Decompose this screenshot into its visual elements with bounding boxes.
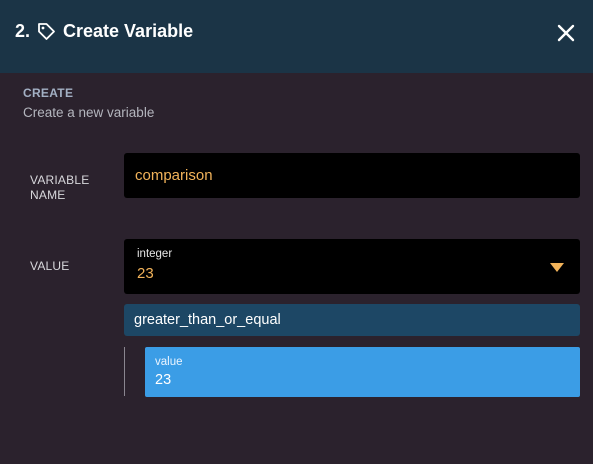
operand-value-block[interactable]: value 23 <box>145 347 580 397</box>
value-label: VALUE <box>30 259 70 273</box>
tag-icon <box>36 21 56 41</box>
operand-value: 23 <box>155 372 172 388</box>
step-number: 2. <box>15 20 31 41</box>
chevron-down-icon <box>550 263 564 272</box>
section-label: CREATE <box>23 86 74 100</box>
variable-name-input[interactable] <box>124 153 580 198</box>
type-select[interactable]: integer 23 <box>124 239 580 294</box>
tree-connector-line <box>124 347 125 396</box>
section-description: Create a new variable <box>23 105 155 120</box>
dialog-title: 2. Create Variable <box>15 20 193 42</box>
close-icon <box>557 24 575 42</box>
type-select-value: 23 <box>137 265 154 282</box>
type-select-label: integer <box>137 248 173 260</box>
dialog-title-text: Create Variable <box>63 20 194 41</box>
operand-label: value <box>155 356 183 368</box>
operator-select[interactable]: greater_than_or_equal <box>124 304 580 336</box>
close-button[interactable] <box>557 24 575 42</box>
variable-name-label: VARIABLE NAME <box>30 173 90 202</box>
dialog-header: 2. Create Variable <box>0 0 593 73</box>
operator-label: greater_than_or_equal <box>134 312 281 328</box>
